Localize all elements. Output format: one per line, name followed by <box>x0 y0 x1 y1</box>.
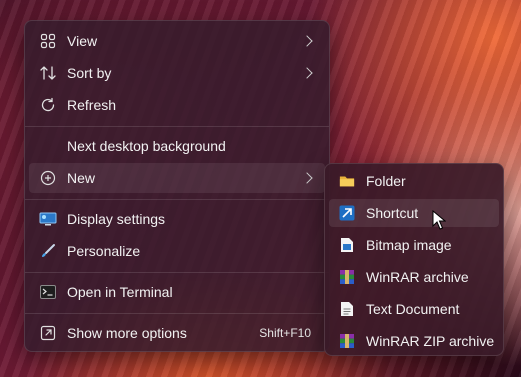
submenu-item-folder[interactable]: Folder <box>329 167 499 195</box>
submenu-item-label: Shortcut <box>366 205 419 221</box>
menu-item-label: New <box>67 170 96 186</box>
submenu-item-text-document[interactable]: Text Document <box>329 295 499 323</box>
submenu-item-shortcut[interactable]: Shortcut <box>329 199 499 227</box>
new-submenu: Folder Shortcut Bitmap image WinRAR arch… <box>324 163 504 356</box>
submenu-item-bitmap-image[interactable]: Bitmap image <box>329 231 499 259</box>
winrar-zip-icon <box>339 333 355 349</box>
chevron-right-icon <box>301 35 313 47</box>
menu-item-label: Refresh <box>67 97 117 113</box>
chevron-right-icon <box>301 67 313 79</box>
grid-icon <box>39 32 57 50</box>
terminal-icon <box>39 283 57 301</box>
menu-divider <box>25 272 329 273</box>
plus-circle-icon <box>39 169 57 187</box>
menu-item-view[interactable]: View <box>29 26 325 56</box>
submenu-item-winrar-archive[interactable]: WinRAR archive <box>329 263 499 291</box>
text-file-icon <box>339 301 355 317</box>
bitmap-file-icon <box>339 237 355 253</box>
submenu-item-label: WinRAR ZIP archive <box>366 333 495 349</box>
brush-icon <box>39 242 57 260</box>
menu-item-label: Show more options <box>67 325 187 341</box>
menu-item-label: Sort by <box>67 65 112 81</box>
menu-item-next-desktop-background[interactable]: Next desktop background <box>29 131 325 161</box>
menu-item-label: Open in Terminal <box>67 284 173 300</box>
menu-item-open-in-terminal[interactable]: Open in Terminal <box>29 277 325 307</box>
submenu-item-label: Text Document <box>366 301 460 317</box>
chevron-right-icon <box>301 172 313 184</box>
menu-item-sort-by[interactable]: Sort by <box>29 58 325 88</box>
menu-item-personalize[interactable]: Personalize <box>29 236 325 266</box>
refresh-icon <box>39 96 57 114</box>
desktop-context-menu: View Sort by Refresh Next desktop backgr… <box>24 20 330 352</box>
menu-divider <box>25 199 329 200</box>
menu-item-label: Next desktop background <box>67 138 226 154</box>
winrar-icon <box>339 269 355 285</box>
menu-divider <box>25 313 329 314</box>
sort-icon <box>39 64 57 82</box>
menu-item-display-settings[interactable]: Display settings <box>29 204 325 234</box>
menu-item-label: Personalize <box>67 243 141 259</box>
submenu-item-label: Folder <box>366 173 406 189</box>
menu-item-label: Display settings <box>67 211 166 227</box>
menu-item-show-more-options[interactable]: Show more options Shift+F10 <box>29 318 325 348</box>
keyboard-shortcut: Shift+F10 <box>259 326 311 340</box>
submenu-item-winrar-zip-archive[interactable]: WinRAR ZIP archive <box>329 327 499 355</box>
menu-item-refresh[interactable]: Refresh <box>29 90 325 120</box>
menu-item-new[interactable]: New <box>29 163 325 193</box>
monitor-icon <box>39 210 57 228</box>
submenu-item-label: Bitmap image <box>366 237 452 253</box>
folder-icon <box>339 173 355 189</box>
menu-item-label: View <box>67 33 98 49</box>
shortcut-arrow-icon <box>339 205 355 221</box>
submenu-item-label: WinRAR archive <box>366 269 469 285</box>
mouse-pointer-icon <box>432 209 447 235</box>
menu-divider <box>25 126 329 127</box>
expand-icon <box>39 324 57 342</box>
